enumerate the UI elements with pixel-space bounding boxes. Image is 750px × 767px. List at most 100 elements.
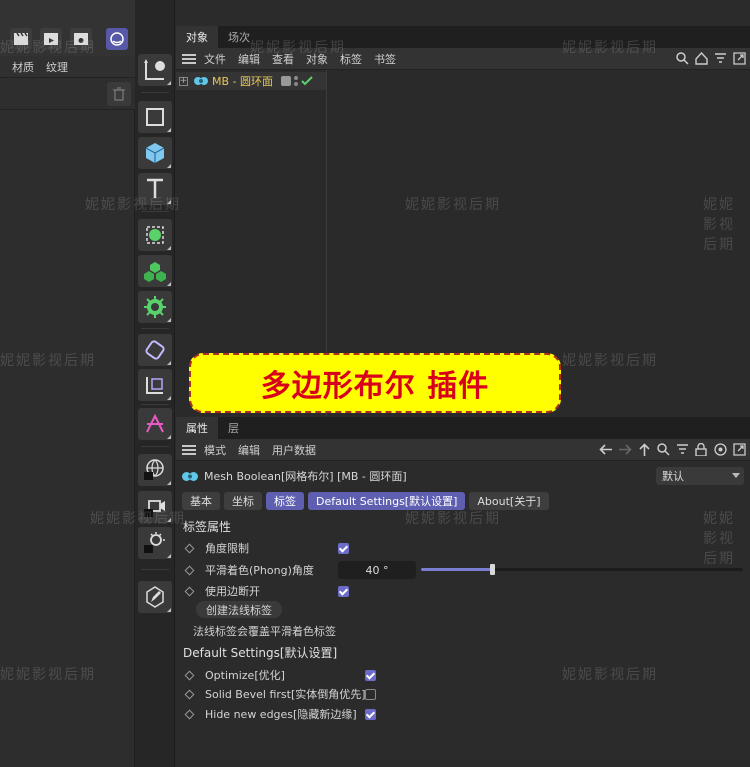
mesh-boolean-icon [182,471,198,482]
deformer-icon[interactable] [138,334,172,366]
slider-thumb[interactable] [489,564,495,575]
keyframe-diamond-icon[interactable] [184,586,195,596]
phong-angle-slider[interactable] [421,564,743,575]
home-icon[interactable] [694,52,708,66]
use-edge-break-checkbox[interactable] [338,586,349,597]
text-spline-icon[interactable] [138,173,172,205]
clapper-icon[interactable] [10,28,32,50]
keyframe-diamond-icon[interactable] [184,543,195,553]
subdivision-surface-icon[interactable] [138,219,172,251]
banner-text: 多边形布尔 插件 [260,369,490,404]
param-solid-bevel: Solid Bevel first[实体倒角优先] [184,685,366,703]
null-object-icon[interactable] [138,54,172,86]
menu-bookmarks[interactable]: 书签 [374,51,396,67]
expand-icon[interactable] [732,443,746,457]
object-row[interactable]: + MB - 圆环面 [176,72,326,90]
optimize-checkbox[interactable] [365,670,376,681]
subtab-default-settings[interactable]: Default Settings[默认设置] [308,492,466,510]
expand-plus-icon[interactable]: + [179,76,188,86]
tab-objects[interactable]: 对象 [176,26,218,48]
keyframe-diamond-icon[interactable] [184,709,195,719]
clapper-play-icon[interactable] [40,28,62,50]
menu-edit[interactable]: 编辑 [238,442,260,458]
clapper-gear-icon[interactable] [70,28,92,50]
material-toolrow [0,78,135,110]
render-view-icon[interactable] [106,28,128,50]
attribute-title-row: Mesh Boolean[网格布尔] [MB - 圆环面] [182,468,407,484]
menu-mode[interactable]: 模式 [204,442,226,458]
search-icon[interactable] [675,52,689,66]
back-arrow-icon[interactable] [599,443,613,457]
attribute-menu: 模式 编辑 用户数据 [176,439,750,461]
expand-icon[interactable] [732,52,746,66]
object-name[interactable]: MB - 圆环面 [212,73,273,89]
subtab-basic[interactable]: 基本 [182,492,220,510]
menu-user-data[interactable]: 用户数据 [272,442,316,458]
create-normal-tag-button[interactable]: 创建法线标签 [196,601,282,618]
visibility-dots-icon[interactable] [294,76,298,86]
angle-limit-label: 角度限制 [205,542,249,555]
field-axis-icon[interactable] [138,369,172,401]
enabled-check-icon[interactable] [301,76,313,86]
menu-edit[interactable]: 编辑 [238,51,260,67]
tab-attributes[interactable]: 属性 [176,417,218,439]
menu-object[interactable]: 对象 [306,51,328,67]
subtab-about[interactable]: About[关于] [469,492,549,510]
lock-icon[interactable] [694,443,708,457]
section-tag-properties: 标签属性 [183,520,232,534]
effector-gear-icon[interactable] [138,291,172,323]
target-icon[interactable] [713,443,727,457]
attribute-tabs: 属性 层 [176,417,750,439]
angle-limit-checkbox[interactable] [338,543,349,554]
keyframe-diamond-icon[interactable] [184,670,195,680]
menu-file[interactable]: 文件 [204,51,226,67]
object-manager-tabs: 对象 场次 [176,26,750,48]
tool-palette [135,0,175,767]
param-angle-limit: 角度限制 [184,539,249,557]
keyframe-diamond-icon[interactable] [184,689,195,699]
pen-tool-icon[interactable] [138,581,172,613]
attribute-subtabs: 基本 坐标 标签 Default Settings[默认设置] About[关于… [182,492,549,510]
hamburger-icon[interactable] [182,53,196,64]
use-edge-break-label: 使用边断开 [205,585,260,598]
chevron-down-icon [732,473,740,478]
filter-icon[interactable] [675,443,689,457]
hide-edges-label: Hide new edges[隐藏新边缘] [205,708,357,721]
mesh-boolean-icon [194,76,208,86]
rectangle-spline-icon[interactable] [138,101,172,133]
param-hide-edges: Hide new edges[隐藏新边缘] [184,705,357,723]
cloner-icon[interactable] [138,255,172,287]
tab-layers[interactable]: 层 [218,417,249,439]
filter-icon[interactable] [713,52,727,66]
light-icon[interactable] [138,527,172,559]
param-phong-angle: 平滑着色(Phong)角度 [184,561,314,579]
subtab-coordinates[interactable]: 坐标 [224,492,262,510]
trash-icon[interactable] [107,82,131,106]
attribute-manager: 属性 层 模式 编辑 用户数据 Mesh Boolean[网格布尔] [MB -… [176,417,750,767]
tag-icon[interactable] [281,76,291,86]
forward-arrow-icon[interactable] [618,443,632,457]
preset-dropdown[interactable]: 默认 [656,467,744,485]
hide-edges-checkbox[interactable] [365,709,376,720]
menu-material[interactable]: 材质 [12,59,34,75]
menu-texture[interactable]: 纹理 [46,59,68,75]
menu-tags[interactable]: 标签 [340,51,362,67]
hamburger-icon[interactable] [182,444,196,455]
volume-mesher-icon[interactable] [138,408,172,440]
optimize-label: Optimize[优化] [205,669,285,682]
menu-view[interactable]: 查看 [272,51,294,67]
sky-globe-icon[interactable] [138,454,172,486]
param-use-edge-break: 使用边断开 [184,582,260,600]
camera-icon[interactable] [138,491,172,523]
phong-angle-label: 平滑着色(Phong)角度 [205,564,314,577]
solid-bevel-checkbox[interactable] [365,689,376,700]
search-icon[interactable] [656,443,670,457]
subtab-tags[interactable]: 标签 [266,492,304,510]
tab-takes[interactable]: 场次 [218,26,260,48]
phong-angle-field[interactable]: 40 ° [338,561,416,579]
param-optimize: Optimize[优化] [184,666,285,684]
cube-icon[interactable] [138,137,172,169]
keyframe-diamond-icon[interactable] [184,565,195,575]
material-toolbar [0,0,135,56]
up-arrow-icon[interactable] [637,442,651,457]
